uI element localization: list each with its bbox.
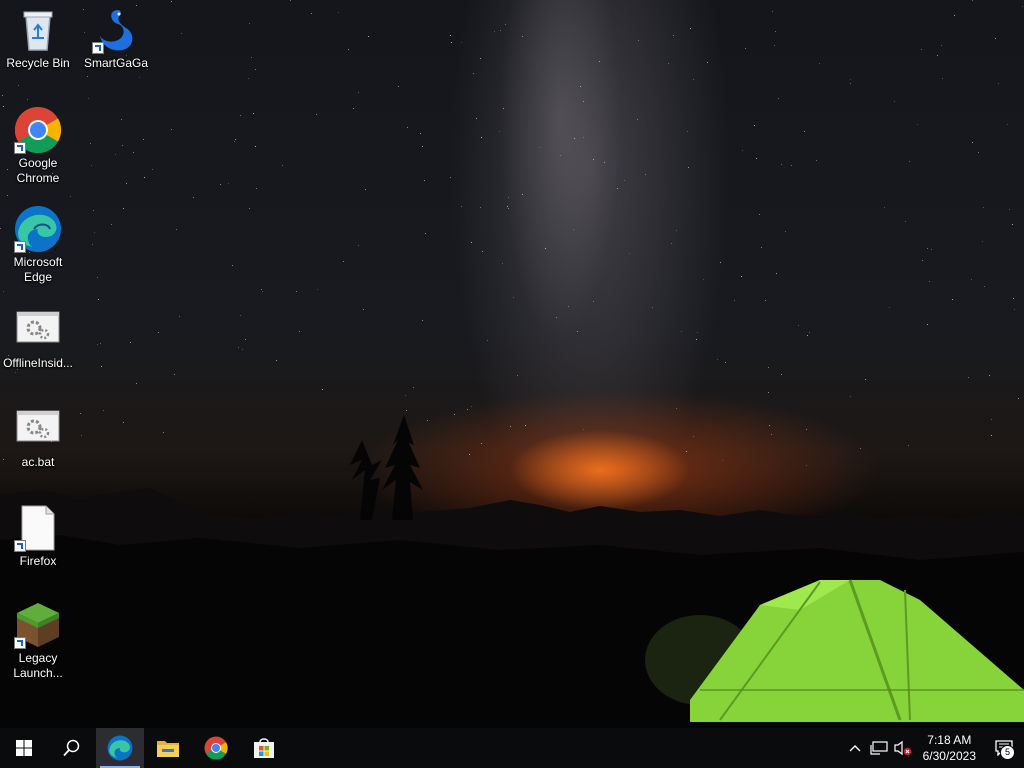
- smartgaga-swan-icon: [92, 6, 140, 54]
- taskbar: 7:18 AM 6/30/2023 5: [0, 728, 1024, 768]
- desktop-icon-label: Microsoft Edge: [13, 255, 63, 284]
- desktop-icon-label: Legacy Launch...: [13, 651, 63, 680]
- desktop-icon-ac-bat[interactable]: ac.bat: [0, 405, 76, 470]
- windows-start-icon: [16, 740, 32, 756]
- search-button[interactable]: [48, 728, 96, 768]
- night-landscape: [0, 415, 1024, 728]
- taskbar-microsoft-store-button[interactable]: [240, 728, 288, 768]
- desktop-icon-label: OfflineInsid...: [3, 356, 73, 370]
- minecraft-grass-block-icon: [14, 601, 62, 649]
- system-tray: 7:18 AM 6/30/2023 5: [843, 728, 1024, 768]
- network-button[interactable]: [867, 728, 891, 768]
- taskbar-edge-button[interactable]: [96, 728, 144, 768]
- file-explorer-icon: [157, 741, 179, 757]
- volume-muted-icon: [894, 740, 911, 756]
- volume-button[interactable]: [891, 728, 915, 768]
- shortcut-arrow-icon: [14, 241, 26, 253]
- desktop-icon-label: Firefox: [19, 554, 57, 568]
- batch-file-icon: [14, 405, 62, 453]
- notification-count-badge: 5: [1000, 745, 1015, 760]
- search-icon: [63, 739, 80, 757]
- desktop-icon-label: SmartGaGa: [83, 56, 149, 70]
- desktop-icon-google-chrome[interactable]: Google Chrome: [0, 106, 76, 186]
- chevron-up-icon: [849, 745, 861, 752]
- taskbar-chrome-button[interactable]: [192, 728, 240, 768]
- clock-date: 6/30/2023: [922, 749, 976, 763]
- shortcut-arrow-icon: [14, 637, 26, 649]
- recycle-bin-icon: [14, 6, 62, 54]
- blank-file-icon: [14, 504, 62, 552]
- desktop-icon-smartgaga[interactable]: SmartGaGa: [78, 6, 154, 71]
- show-hidden-icons-button[interactable]: [843, 728, 867, 768]
- clock-time: 7:18 AM: [927, 733, 972, 747]
- desktop-icon-recycle-bin[interactable]: Recycle Bin: [0, 6, 76, 71]
- start-button[interactable]: [0, 728, 48, 768]
- network-icon: [870, 741, 888, 755]
- edge-icon: [14, 205, 62, 253]
- chrome-icon: [14, 106, 62, 154]
- desktop-icon-offlineinsider[interactable]: OfflineInsid...: [0, 306, 76, 371]
- desktop-wallpaper: [0, 0, 1024, 728]
- action-center-button[interactable]: 5: [984, 728, 1024, 768]
- edge-taskbar-icon: [107, 735, 133, 761]
- microsoft-store-icon: [254, 738, 274, 758]
- taskbar-file-explorer-button[interactable]: [144, 728, 192, 768]
- shortcut-arrow-icon: [14, 540, 26, 552]
- desktop-icon-firefox[interactable]: Firefox: [0, 504, 76, 569]
- desktop-icon-label: ac.bat: [21, 455, 55, 469]
- batch-file-icon: [14, 306, 62, 354]
- desktop-icon-label: Google Chrome: [16, 156, 60, 185]
- pine-tree: [382, 415, 423, 520]
- shortcut-arrow-icon: [14, 142, 26, 154]
- chrome-taskbar-icon: [204, 736, 228, 760]
- desktop-icon-microsoft-edge[interactable]: Microsoft Edge: [0, 205, 76, 285]
- clock[interactable]: 7:18 AM 6/30/2023: [915, 732, 984, 764]
- desktop-icon-label: Recycle Bin: [6, 56, 70, 70]
- shortcut-arrow-icon: [92, 42, 104, 54]
- desktop-icon-legacy-launcher[interactable]: Legacy Launch...: [0, 601, 76, 681]
